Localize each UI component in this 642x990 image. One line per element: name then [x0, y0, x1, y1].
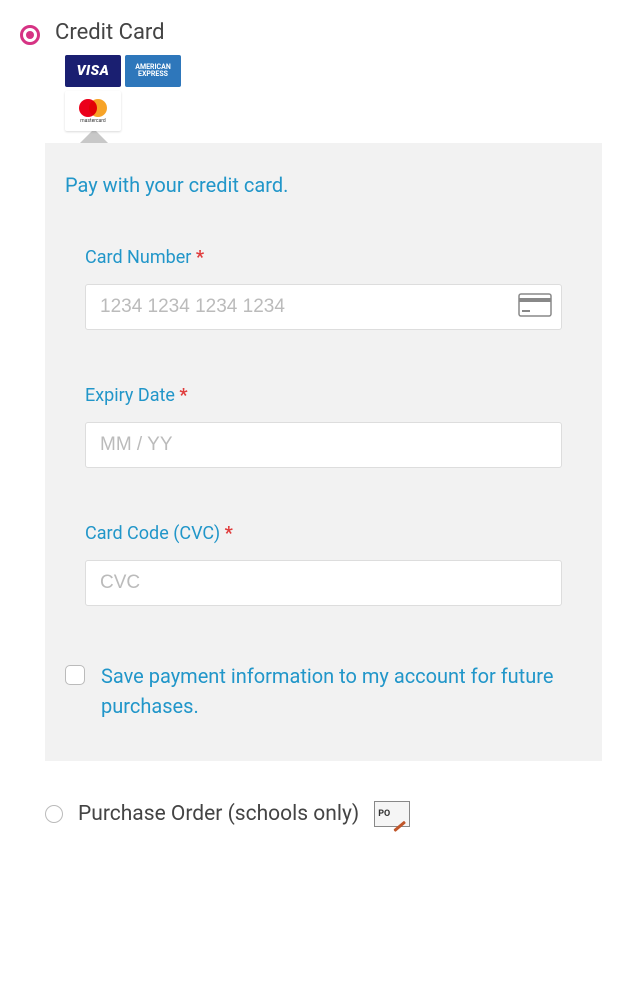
mastercard-text: mastercard	[80, 118, 105, 124]
radio-container	[20, 25, 40, 45]
mastercard-circles	[79, 99, 107, 117]
radio-credit-card[interactable]	[20, 25, 40, 45]
payment-option-credit-card[interactable]: Credit Card	[20, 20, 622, 45]
visa-icon: VISA	[65, 55, 121, 87]
mastercard-icon: mastercard	[65, 91, 121, 131]
amex-line2: EXPRESS	[138, 71, 168, 78]
purchase-order-label: Purchase Order (schools only)	[78, 802, 359, 826]
required-icon: *	[196, 247, 204, 268]
card-number-label-text: Card Number	[85, 247, 191, 268]
cvc-label-text: Card Code (CVC)	[85, 523, 220, 544]
field-cvc: Card Code (CVC) *	[65, 523, 582, 606]
card-logos: VISA AMERICAN EXPRESS mastercard	[65, 55, 195, 131]
card-number-input[interactable]	[85, 284, 562, 330]
credit-card-icon	[518, 293, 552, 321]
expiry-input[interactable]	[85, 422, 562, 468]
cvc-label: Card Code (CVC) *	[85, 523, 562, 544]
card-number-label: Card Number *	[85, 247, 562, 268]
payment-option-purchase-order[interactable]: Purchase Order (schools only) PO	[45, 801, 622, 827]
radio-purchase-order[interactable]	[45, 805, 63, 823]
expiry-label-text: Expiry Date	[85, 385, 175, 406]
panel-subtitle: Pay with your credit card.	[65, 173, 582, 197]
expiry-label: Expiry Date *	[85, 385, 562, 406]
credit-card-panel: Pay with your credit card. Card Number *…	[45, 143, 602, 761]
required-icon: *	[225, 523, 233, 544]
field-card-number: Card Number *	[65, 247, 582, 330]
cvc-input[interactable]	[85, 560, 562, 606]
credit-card-label: Credit Card	[55, 20, 165, 45]
save-info-row: Save payment information to my account f…	[65, 661, 582, 721]
card-number-input-wrap	[85, 284, 562, 330]
panel-arrow	[80, 129, 622, 143]
save-info-label[interactable]: Save payment information to my account f…	[101, 661, 582, 721]
amex-icon: AMERICAN EXPRESS	[125, 55, 181, 87]
pen-icon	[394, 821, 407, 832]
purchase-order-icon: PO	[374, 801, 410, 827]
save-info-checkbox[interactable]	[65, 665, 85, 685]
field-expiry: Expiry Date *	[65, 385, 582, 468]
required-icon: *	[179, 385, 187, 406]
po-icon-text: PO	[378, 810, 390, 819]
